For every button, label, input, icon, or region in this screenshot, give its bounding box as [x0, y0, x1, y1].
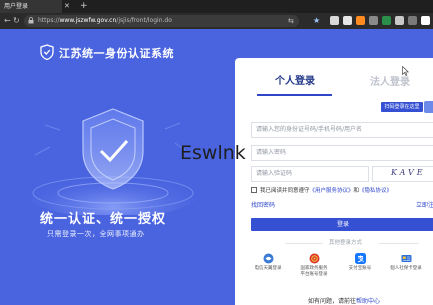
refresh-icon[interactable]: ↻ [13, 13, 20, 29]
captcha-text: KAVE [391, 168, 426, 177]
login-card: 个人登录 法人登录 扫码登录在这里 请输入您的身份证号码/手机号码/用户名 请输… [235, 58, 433, 305]
alt-login-label-line2: 平台账号登录 [300, 271, 328, 277]
translate-icon[interactable]: ⇆ [288, 15, 294, 27]
url-text: https://www.jszwfw.gov.cn/jsjis/front/lo… [38, 15, 172, 27]
alt-login-national[interactable]: 国家政务服务 平台账号登录 [291, 253, 337, 277]
register-link[interactable]: 立即注册 [416, 200, 433, 209]
account-input[interactable]: 请输入您的身份证号码/手机号码/用户名 [251, 122, 433, 138]
divider-line-left [285, 243, 323, 244]
account-placeholder: 请输入您的身份证号码/手机号码/用户名 [256, 126, 363, 133]
tab-personal-login[interactable]: 个人登录 [275, 72, 315, 87]
extension-3-icon[interactable] [356, 16, 365, 25]
help-prefix: 如有问题，请前往 [308, 298, 357, 305]
extension-7-icon[interactable] [408, 16, 417, 25]
shield-illustration [23, 108, 203, 215]
alt-login-label: 支付宝账号 [348, 266, 372, 271]
captcha-input[interactable]: 请输入验证码 [251, 166, 369, 182]
extension-2-icon[interactable] [343, 16, 352, 25]
hero-sub-slogan: 只需登录一次，全网事项通办 [47, 230, 145, 238]
lock-icon [28, 17, 34, 24]
browser-tab-title: 用户登录 [4, 3, 29, 10]
password-input[interactable]: 请输入密码 [251, 145, 433, 161]
browser-tab[interactable]: 用户登录 [0, 0, 62, 13]
system-title: 江苏统一身份认证系统 [59, 47, 174, 60]
agreement-prefix: 我已阅读并同意遵守 [260, 188, 310, 194]
shield-logo-icon [40, 44, 54, 60]
qr-login-button[interactable]: 扫码登录在这里 [381, 102, 423, 112]
address-bar[interactable]: https://www.jszwfw.gov.cn/jsjis/front/lo… [24, 15, 299, 27]
divider-line-right [379, 243, 419, 244]
browser-tab-bar: 用户登录 ✕ + [0, 0, 433, 13]
captcha-image[interactable]: KAVE [372, 166, 433, 182]
help-center-link[interactable]: 帮助中心 [356, 298, 380, 305]
alt-login-label: 电信天翼登录 [254, 266, 282, 271]
url-path: /jsjis/front/login.do [116, 17, 172, 24]
extension-1-icon[interactable] [330, 16, 339, 25]
url-scheme: https:// [38, 17, 60, 24]
browser-toolbar: ← ↻ https://www.jszwfw.gov.cn/jsjis/fron… [0, 13, 433, 29]
hero-slogan: 统一认证、统一授权 [40, 212, 167, 227]
qr-code-icon[interactable] [424, 101, 433, 113]
bookmark-star-icon[interactable]: ★ [313, 13, 320, 29]
forgot-password-link[interactable]: 找回密码 [251, 200, 275, 209]
mouse-cursor-icon [402, 66, 409, 76]
watermark-text: Eswlnk [180, 142, 246, 164]
captcha-placeholder: 请输入验证码 [256, 170, 293, 177]
password-placeholder: 请输入密码 [256, 149, 287, 156]
help-text: 如有问题，请前往帮助中心 [308, 296, 380, 305]
alt-login-alipay[interactable]: 支付宝账号 [337, 253, 383, 272]
alt-login-label: 個人社保卡登录 [390, 266, 422, 271]
tab-close-icon[interactable]: ✕ [64, 0, 70, 13]
alt-login-tianyi[interactable]: 电信天翼登录 [245, 253, 291, 272]
login-button[interactable]: 登录 [251, 218, 433, 231]
extension-8-icon[interactable] [421, 16, 430, 25]
user-agreement-link[interactable]: 《用户服务协议》 [310, 188, 354, 194]
agreement-checkbox[interactable] [251, 187, 257, 193]
privacy-agreement-link[interactable]: 《隐私协议》 [359, 188, 392, 194]
social-security-card-icon [401, 255, 411, 262]
national-emblem-icon [309, 253, 319, 264]
extension-6-icon[interactable] [395, 16, 404, 25]
tianyi-icon [263, 253, 273, 264]
alt-login-social-security[interactable]: 個人社保卡登录 [383, 253, 429, 272]
extension-5-icon[interactable] [382, 16, 391, 25]
new-tab-icon[interactable]: + [80, 0, 88, 13]
other-login-title: 其他登录方式 [329, 240, 363, 246]
extension-4-icon[interactable] [369, 16, 378, 25]
other-login-divider: 其他登录方式 [251, 238, 433, 248]
back-icon[interactable]: ← [4, 13, 11, 29]
alipay-icon [354, 253, 366, 264]
url-host: www.jszwfw.gov.cn [59, 17, 117, 24]
active-tab-indicator [257, 94, 332, 96]
agreement-text: 我已阅读并同意遵守《用户服务协议》和《隐私协议》 [260, 186, 392, 194]
